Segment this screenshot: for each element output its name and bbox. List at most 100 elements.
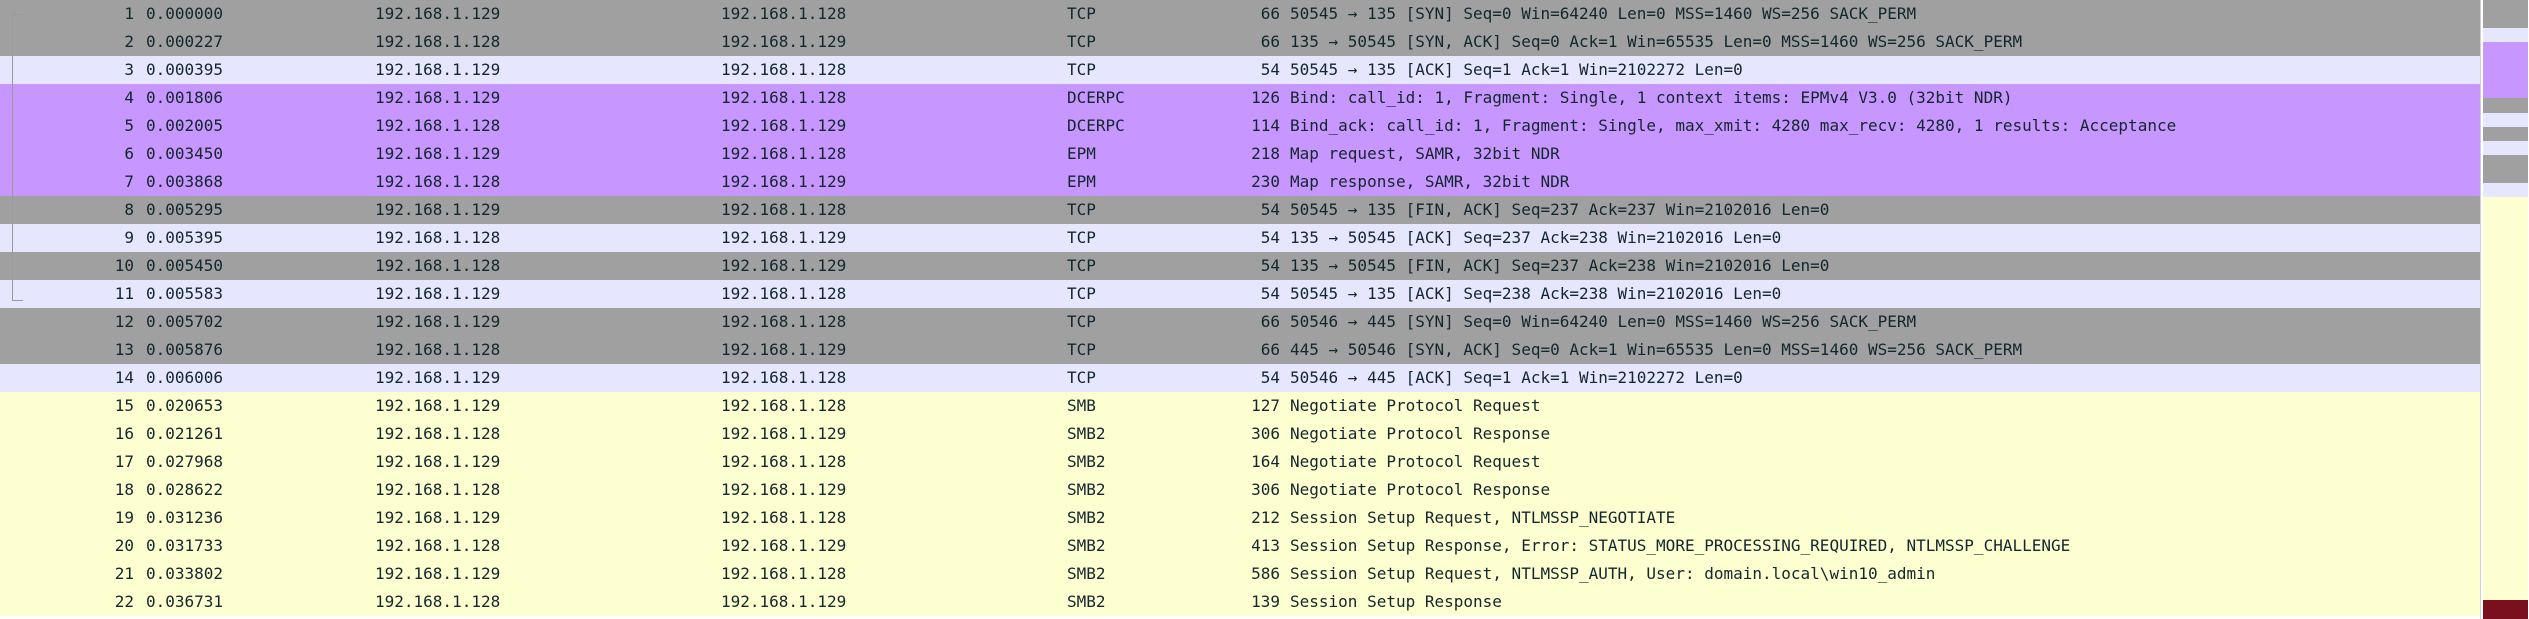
packet-row[interactable]: 21 0.033802 192.168.1.129 192.168.1.128 SMB2… [0,560,2480,588]
packet-time: 0.005876 [146,340,224,359]
packet-row[interactable]: 22 0.036731 192.168.1.128 192.168.1.129 SMB2… [0,588,2480,616]
packet-number: 12 [114,312,134,331]
packet-destination: 192.168.1.129 [721,228,847,247]
minimap-segment [2483,42,2528,58]
packet-number: 9 [124,228,134,247]
packet-row[interactable]: 1 0.000000 192.168.1.129 192.168.1.128 TCP 66… [0,0,2480,28]
packet-time: 0.005295 [146,200,224,219]
packet-info: Negotiate Protocol Request [1290,452,1541,471]
packet-row[interactable]: 3 0.000395 192.168.1.129 192.168.1.128 TCP 54… [0,56,2480,84]
packet-info: 50545 → 135 [FIN, ACK] Seq=237 Ack=237 W… [1290,200,1830,219]
minimap-segment [2483,84,2528,100]
packet-destination: 192.168.1.129 [721,116,847,135]
packet-row[interactable]: 4 0.001806 192.168.1.129 192.168.1.128 DCERP… [0,84,2480,112]
packet-info: 50546 → 445 [ACK] Seq=1 Ack=1 Win=210227… [1290,368,1743,387]
packet-length: 54 [1260,256,1280,275]
packet-row[interactable]: 17 0.027968 192.168.1.129 192.168.1.128 SMB2… [0,448,2480,476]
packet-list: 1 0.000000 192.168.1.129 192.168.1.128 TCP 66… [0,0,2480,619]
minimap-segment [2483,211,2528,227]
packet-info: 135 → 50545 [SYN, ACK] Seq=0 Ack=1 Win=6… [1290,32,2023,51]
minimap-segment [2483,182,2528,198]
minimap-segment [2483,0,2528,15]
packet-source: 192.168.1.129 [375,564,501,583]
packet-info: Negotiate Protocol Response [1290,480,1551,499]
packet-time: 0.005702 [146,312,224,331]
packet-time: 0.028622 [146,480,224,499]
packet-row[interactable]: 10 0.005450 192.168.1.128 192.168.1.129 TCP 5… [0,252,2480,280]
packet-number: 8 [124,200,134,219]
packet-destination: 192.168.1.129 [721,424,847,443]
packet-source: 192.168.1.128 [375,228,501,247]
minimap-segment [2483,154,2528,170]
packet-length: 66 [1260,312,1280,331]
packet-info: 50545 → 135 [ACK] Seq=238 Ack=238 Win=21… [1290,284,1782,303]
packet-length: 54 [1260,284,1280,303]
packet-destination: 192.168.1.128 [721,312,847,331]
packet-info: 445 → 50546 [SYN, ACK] Seq=0 Ack=1 Win=6… [1290,340,2023,359]
packet-row[interactable]: 8 0.005295 192.168.1.129 192.168.1.128 TCP 54… [0,196,2480,224]
packet-source: 192.168.1.129 [375,200,501,219]
minimap-segment [2483,28,2528,44]
packet-row[interactable]: 7 0.003868 192.168.1.128 192.168.1.129 EPM 23… [0,168,2480,196]
packet-row[interactable]: 14 0.006006 192.168.1.129 192.168.1.128 TCP 5… [0,364,2480,392]
packet-time: 0.006006 [146,368,224,387]
packet-length: 230 [1251,172,1280,191]
packet-destination: 192.168.1.128 [721,284,847,303]
packet-info: Session Setup Response, Error: STATUS_MO… [1290,536,2071,555]
packet-source: 192.168.1.128 [375,116,501,135]
minimap-marker [2483,600,2528,619]
packet-row[interactable]: 15 0.020653 192.168.1.129 192.168.1.128 SMB 1… [0,392,2480,420]
packet-time: 0.005395 [146,228,224,247]
packet-destination: 192.168.1.128 [721,508,847,527]
packet-length: 54 [1260,60,1280,79]
minimap-segment [2483,70,2528,86]
packet-number: 18 [114,480,134,499]
packet-time: 0.000395 [146,60,224,79]
packet-row[interactable]: 2 0.000227 192.168.1.128 192.168.1.129 TCP 66… [0,28,2480,56]
packet-time: 0.031733 [146,536,224,555]
packet-list-scrollbar[interactable] [2480,0,2529,619]
packet-length: 54 [1260,200,1280,219]
packet-source: 192.168.1.129 [375,60,501,79]
packet-info: 135 → 50545 [ACK] Seq=237 Ack=238 Win=21… [1290,228,1782,247]
packet-destination: 192.168.1.128 [721,60,847,79]
packet-length: 66 [1260,340,1280,359]
packet-time: 0.000000 [146,4,224,23]
packet-number: 16 [114,424,134,443]
packet-source: 192.168.1.128 [375,424,501,443]
packet-number: 19 [114,508,134,527]
minimap-segment [2483,267,2528,283]
packet-row[interactable]: 18 0.028622 192.168.1.128 192.168.1.129 SMB2… [0,476,2480,504]
packet-number: 14 [114,368,134,387]
packet-length: 54 [1260,368,1280,387]
packet-length: 218 [1251,144,1280,163]
packet-row[interactable]: 19 0.031236 192.168.1.129 192.168.1.128 SMB2… [0,504,2480,532]
packet-row[interactable]: 11 0.005583 192.168.1.129 192.168.1.128 TCP 5… [0,280,2480,308]
packet-destination: 192.168.1.128 [721,452,847,471]
packet-row[interactable]: 9 0.005395 192.168.1.128 192.168.1.129 TCP 54… [0,224,2480,252]
packet-number: 1 [124,4,134,23]
packet-number: 20 [114,536,134,555]
packet-length: 164 [1251,452,1280,471]
packet-source: 192.168.1.129 [375,4,501,23]
packet-row[interactable]: 5 0.002005 192.168.1.128 192.168.1.129 DCERP… [0,112,2480,140]
packet-time: 0.021261 [146,424,224,443]
packet-row[interactable]: 20 0.031733 192.168.1.128 192.168.1.129 SMB2… [0,532,2480,560]
packet-info: Session Setup Response [1290,592,1502,611]
packet-info: 50546 → 445 [SYN] Seq=0 Win=64240 Len=0 … [1290,312,1917,331]
packet-number: 13 [114,340,134,359]
packet-row[interactable]: 13 0.005876 192.168.1.128 192.168.1.129 TCP 6… [0,336,2480,364]
packet-source: 192.168.1.128 [375,340,501,359]
packet-info: Session Setup Request, NTLMSSP_AUTH, Use… [1290,564,1936,583]
packet-number: 17 [114,452,134,471]
packet-row[interactable]: 12 0.005702 192.168.1.129 192.168.1.128 TCP 6… [0,308,2480,336]
packet-source: 192.168.1.128 [375,480,501,499]
packet-row[interactable]: 16 0.021261 192.168.1.128 192.168.1.129 SMB2… [0,420,2480,448]
packet-length: 54 [1260,228,1280,247]
packet-number: 21 [114,564,134,583]
packet-row[interactable]: 6 0.003450 192.168.1.129 192.168.1.128 EPM 21… [0,140,2480,168]
packet-destination: 192.168.1.129 [721,592,847,611]
packet-number: 2 [124,32,134,51]
minimap-current-view [2483,295,2528,619]
packet-number: 22 [114,592,134,611]
